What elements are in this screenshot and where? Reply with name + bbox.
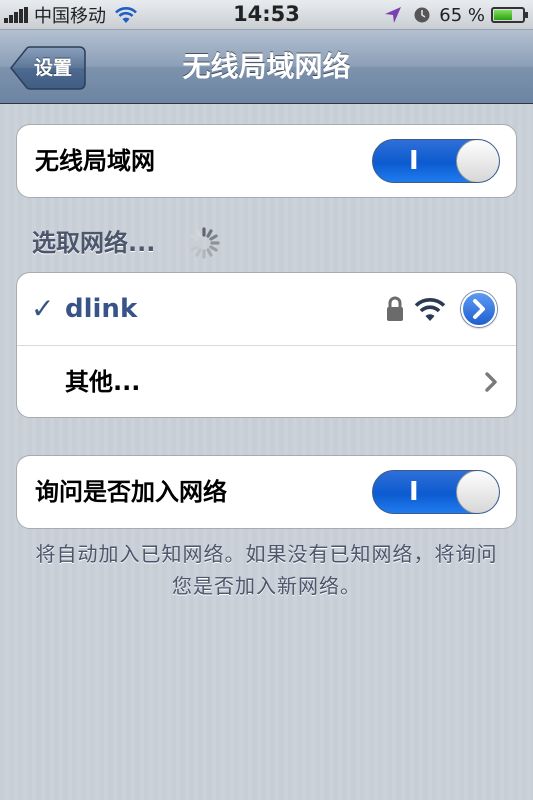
detail-disclosure-button[interactable] <box>461 291 497 327</box>
ask-to-join-group: 询问是否加入网络 I <box>16 455 517 529</box>
battery-charging-icon <box>491 7 528 23</box>
other-network-label: 其他... <box>65 368 141 396</box>
navigation-bar: 无线局域网络 设置 <box>0 30 533 104</box>
network-row-dlink[interactable]: ✓ dlink <box>17 273 516 345</box>
status-right: 65 % <box>383 4 528 26</box>
switch-on-mark: I <box>409 477 419 507</box>
battery-fill <box>494 10 512 20</box>
chevron-right-icon <box>485 372 497 392</box>
lock-icon <box>387 296 403 321</box>
loading-spinner-icon <box>188 227 220 259</box>
back-button-label: 设置 <box>34 57 73 79</box>
ask-to-join-footnote: 将自动加入已知网络。如果没有已知网络，将询问您是否加入新网络。 <box>35 542 498 598</box>
wifi-toggle-label: 无线局域网 <box>35 147 155 175</box>
ask-to-join-switch[interactable]: I <box>372 470 500 514</box>
selected-checkmark-icon: ✓ <box>31 292 55 325</box>
networks-list: ✓ dlink 其他... <box>16 272 517 418</box>
network-name: dlink <box>65 294 138 324</box>
status-bar: 中国移动 14:53 65 % <box>0 0 533 30</box>
wifi-switch[interactable]: I <box>372 139 500 183</box>
wifi-signal-icon <box>414 298 446 321</box>
switch-knob[interactable] <box>456 471 499 513</box>
back-button[interactable]: 设置 <box>10 46 86 90</box>
chevron-right-icon <box>473 299 485 319</box>
switch-knob[interactable] <box>456 140 499 182</box>
switch-on-mark: I <box>409 146 419 176</box>
ask-to-join-row: 询问是否加入网络 I <box>17 456 516 528</box>
other-network-row[interactable]: 其他... <box>17 345 516 417</box>
location-arrow-icon <box>385 7 402 23</box>
wifi-toggle-row: 无线局域网 I <box>17 125 516 197</box>
battery-percent: 65 % <box>439 4 485 26</box>
choose-network-header: 选取网络... <box>32 229 156 257</box>
ask-to-join-label: 询问是否加入网络 <box>35 478 227 506</box>
wifi-toggle-group: 无线局域网 I <box>16 124 517 198</box>
alarm-clock-icon <box>414 7 430 23</box>
